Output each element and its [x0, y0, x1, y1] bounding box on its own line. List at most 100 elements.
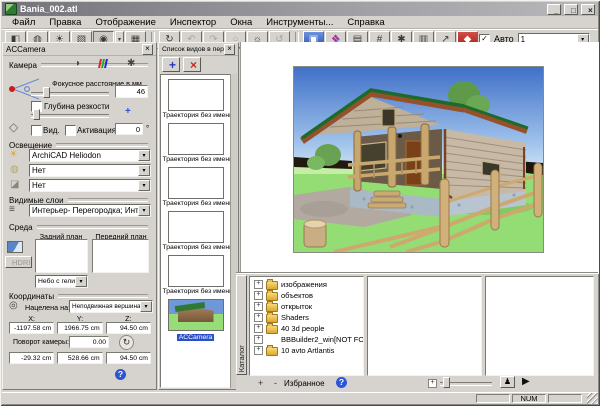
view-item[interactable]: Траектория без имени_4: [163, 211, 229, 251]
expand-icon[interactable]: +: [254, 313, 263, 322]
preview-size-slider[interactable]: [440, 377, 492, 388]
view-thumbnail[interactable]: [168, 123, 224, 155]
expand-icon[interactable]: +: [254, 346, 263, 355]
brush-icon[interactable]: ◗: [75, 59, 81, 69]
slider-thumb[interactable]: [443, 377, 450, 388]
lamp-select[interactable]: Нет ▾: [29, 179, 151, 192]
view-item[interactable]: Траектория без имени_2: [163, 123, 229, 163]
folder-icon: [266, 347, 278, 356]
view-item[interactable]: Траектория без имени_5: [163, 255, 229, 295]
catalog-preview-list[interactable]: [367, 276, 482, 376]
expand-icon[interactable]: +: [254, 324, 263, 333]
catalog-tree-item[interactable]: + изображения: [250, 279, 363, 290]
target-select[interactable]: Неподвижная вершина: ▾: [69, 300, 153, 313]
rotation-label: Поворот камеры:: [13, 339, 69, 346]
chevron-down-icon[interactable]: ▾: [75, 276, 87, 287]
view-thumbnail[interactable]: [168, 299, 224, 331]
catalog-tree-item[interactable]: + 10 avto Artlantis: [250, 345, 363, 356]
menu-item[interactable]: Правка: [42, 16, 88, 29]
rotation-field[interactable]: 0.00: [69, 336, 109, 348]
activation-checkbox[interactable]: ✓: [65, 125, 76, 136]
expand-icon[interactable]: +: [254, 302, 263, 311]
slider-thumb[interactable]: [43, 87, 50, 98]
rotate-camera-icon[interactable]: ↻: [119, 335, 134, 350]
focal-length-slider[interactable]: [31, 87, 109, 98]
chevron-down-icon[interactable]: ▾: [140, 301, 152, 312]
catalog-tree-label: 40 3d people: [281, 324, 324, 333]
add-favorite-button[interactable]: +: [252, 377, 264, 387]
view-thumbnail[interactable]: [168, 211, 224, 243]
catalog-tree-label: 10 avto Artlantis: [281, 346, 334, 355]
hdri-button[interactable]: HDRI: [5, 256, 32, 268]
view-thumbnail[interactable]: [168, 167, 224, 199]
coordinate-field[interactable]: 94.50 cm: [106, 352, 151, 364]
play-button[interactable]: ▶: [522, 376, 530, 388]
maximize-button[interactable]: □: [564, 4, 578, 15]
menu-item[interactable]: Окна: [223, 16, 259, 29]
light-select[interactable]: Нет ▾: [29, 164, 151, 177]
expand-icon[interactable]: +: [254, 280, 263, 289]
layers-select[interactable]: Интерьер- Перегородка; Инт... ▾: [29, 204, 151, 217]
catalog-tab[interactable]: Каталог: [236, 275, 247, 375]
focal-length-field[interactable]: 46: [115, 85, 148, 98]
delete-view-button[interactable]: ×: [183, 57, 201, 72]
close-panel-button[interactable]: ×: [142, 44, 153, 55]
view-thumbnail[interactable]: [168, 255, 224, 287]
expand-icon[interactable]: +: [254, 335, 263, 344]
remove-favorite-button[interactable]: -: [268, 377, 280, 387]
add-view-button[interactable]: +: [162, 57, 180, 72]
camera-panel-title: ACCamera: [6, 45, 142, 54]
background-preview[interactable]: [35, 239, 88, 273]
menu-item[interactable]: Инспектор: [163, 16, 223, 29]
dof-slider[interactable]: [31, 109, 109, 120]
help-icon[interactable]: ?: [115, 369, 126, 380]
catalog-preview-detail[interactable]: [485, 276, 594, 376]
render-image[interactable]: [293, 66, 544, 253]
angle-field[interactable]: 0: [115, 123, 143, 135]
view-item[interactable]: ACCamera: [163, 299, 229, 341]
expand-icon[interactable]: +: [428, 379, 437, 388]
viewport-canvas[interactable]: [240, 42, 599, 274]
help-icon[interactable]: ?: [336, 377, 347, 388]
close-button[interactable]: ×: [581, 4, 595, 15]
chevron-down-icon[interactable]: ▾: [138, 180, 150, 191]
menu-item[interactable]: Инструменты...: [259, 16, 340, 29]
coordinate-field[interactable]: 94.50 cm: [106, 322, 151, 334]
close-panel-button[interactable]: ×: [224, 44, 235, 55]
expand-icon[interactable]: +: [254, 291, 263, 300]
view-item[interactable]: Траектория без имени_3: [163, 167, 229, 207]
render-scene: [294, 67, 543, 252]
target-label: Нацелена на:: [25, 303, 70, 312]
chevron-down-icon[interactable]: ▾: [138, 205, 150, 216]
heliodon-select[interactable]: ArchiCAD Heliodon ▾: [29, 149, 151, 162]
catalog-tree-item[interactable]: + 40 3d people: [250, 323, 363, 334]
dof-target-icon[interactable]: +: [125, 107, 131, 117]
minimize-button[interactable]: _: [547, 4, 561, 15]
menu-item[interactable]: Отображение: [88, 16, 162, 29]
catalog-tree-item[interactable]: + объектов: [250, 290, 363, 301]
view-item[interactable]: Траектория без имени_1: [163, 79, 229, 119]
status-cell: NUM: [512, 394, 546, 403]
view-checkbox[interactable]: ✓: [31, 125, 42, 136]
slider-thumb[interactable]: [33, 109, 40, 120]
coordinate-field[interactable]: 1966.75 cm: [57, 322, 102, 334]
menu-item[interactable]: Файл: [5, 16, 42, 29]
camera-section-label: Камера: [9, 61, 37, 70]
foreground-preview[interactable]: [92, 239, 149, 273]
coordinate-field[interactable]: 528.66 cm: [57, 352, 102, 364]
gear-icon[interactable]: ✱: [127, 59, 135, 69]
person-preview-icon[interactable]: ♟: [500, 376, 515, 388]
chevron-down-icon[interactable]: ▾: [138, 150, 150, 161]
menu-item[interactable]: Справка: [340, 16, 391, 29]
view-thumbnail[interactable]: [168, 79, 224, 111]
coordinate-field[interactable]: -1197.58 cm: [9, 322, 54, 334]
coordinate-field[interactable]: -29.32 cm: [9, 352, 54, 364]
catalog-tree-item[interactable]: + BBBuilder2_win[NOT FOUND]: [250, 334, 363, 345]
colors-icon[interactable]: [99, 59, 107, 68]
chevron-down-icon[interactable]: ▾: [138, 165, 150, 176]
sky-select[interactable]: Небо с гелиод ▾: [35, 275, 88, 288]
catalog-tree-item[interactable]: + открыток: [250, 301, 363, 312]
resize-grip[interactable]: [587, 393, 598, 404]
catalog-tree-item[interactable]: + Shaders: [250, 312, 363, 323]
background-image-icon[interactable]: [7, 241, 23, 253]
